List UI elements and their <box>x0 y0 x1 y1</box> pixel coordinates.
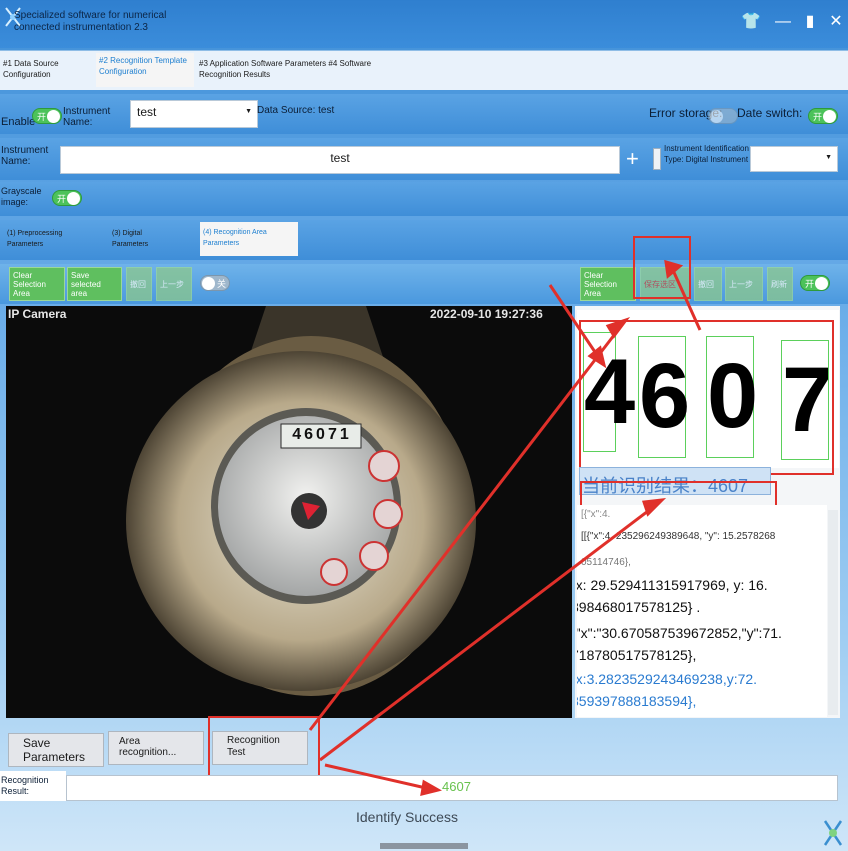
annotation-arrows <box>308 259 702 797</box>
